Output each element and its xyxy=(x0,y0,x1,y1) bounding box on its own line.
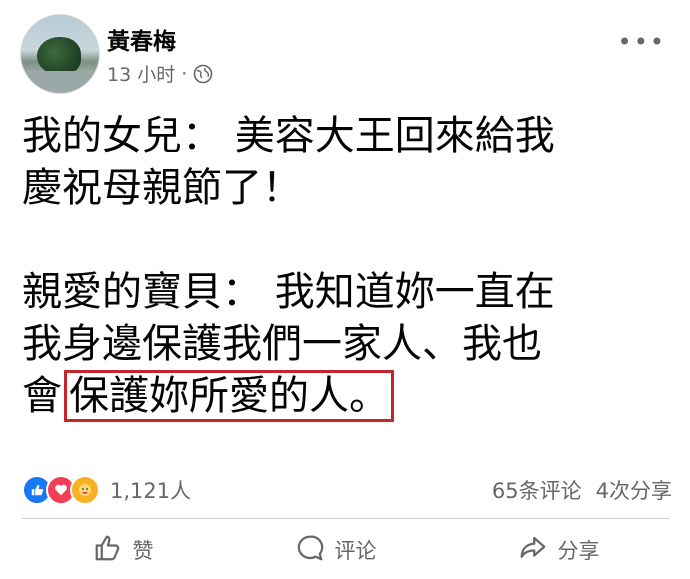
comment-button[interactable]: 评论 xyxy=(295,533,377,568)
care-icon xyxy=(70,475,100,505)
action-bar: 赞 评论 分享 xyxy=(22,524,670,576)
post-line: 我身邊保護我們一家人、我也 xyxy=(22,321,542,367)
share-button[interactable]: 分享 xyxy=(518,533,600,568)
author-name[interactable]: 黃春梅 xyxy=(107,22,176,56)
reactions-row: 1,121人 65条评论 4次分享 xyxy=(22,474,672,506)
post-line: 親愛的寶貝： 我知道妳一直在 xyxy=(22,269,555,315)
post-stats: 65条评论 4次分享 xyxy=(492,475,672,505)
comment-count[interactable]: 65条评论 xyxy=(492,475,582,505)
last-line-prefix: 會 xyxy=(22,373,62,419)
like-button[interactable]: 赞 xyxy=(93,533,154,568)
avatar-ground-shape xyxy=(21,71,99,93)
post-line: 慶祝母親節了！ xyxy=(22,165,302,211)
meta-separator: · xyxy=(181,62,188,85)
globe-icon xyxy=(193,64,213,84)
avatar[interactable] xyxy=(20,14,100,94)
avatar-plant-shape xyxy=(37,37,81,75)
reaction-count[interactable]: 1,121人 xyxy=(110,475,191,505)
share-arrow-icon xyxy=(518,533,548,568)
actions-divider xyxy=(22,518,670,519)
highlighted-text: 保護妳所愛的人。 xyxy=(64,370,394,422)
comment-label: 评论 xyxy=(334,539,377,563)
post-line: 我的女兒： 美容大王回來給我 xyxy=(22,113,555,159)
reaction-icons[interactable] xyxy=(22,475,100,505)
more-options-icon[interactable]: ••• xyxy=(618,28,666,56)
post-time[interactable]: 13 小时 xyxy=(107,60,175,87)
share-count[interactable]: 4次分享 xyxy=(596,475,672,505)
share-label: 分享 xyxy=(557,539,600,563)
post-line-last: 會保護妳所愛的人。 xyxy=(22,370,682,422)
comment-bubble-icon xyxy=(295,533,325,568)
post-meta: 13 小时 · xyxy=(107,60,213,87)
like-label: 赞 xyxy=(132,539,154,563)
thumbs-up-icon xyxy=(93,533,123,568)
post-body: 我的女兒： 美容大王回來給我 慶祝母親節了！ 親愛的寶貝： 我知道妳一直在 我身… xyxy=(22,110,682,422)
